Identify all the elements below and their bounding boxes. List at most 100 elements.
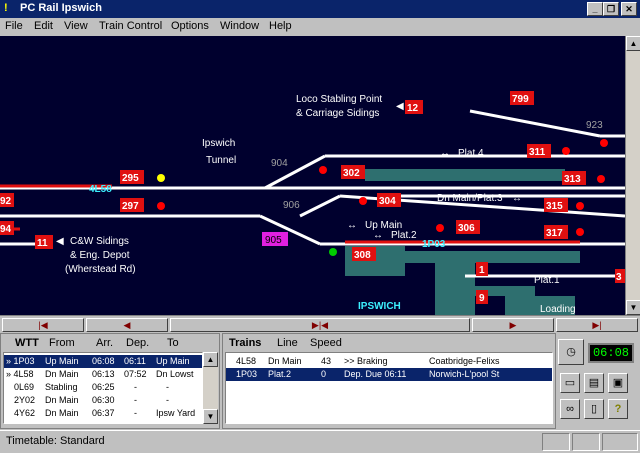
trains-panel: Trains Line Speed 4L58 Dn Main 43 >> Bra…	[222, 333, 556, 429]
title-bar: ! PC Rail Ipswich _ ❐ ✕	[0, 0, 640, 18]
label-plat2: Plat.2	[391, 230, 417, 241]
wtt-cell-to: Ipsw Yard	[156, 408, 196, 418]
scroll-first-button[interactable]: |◀	[2, 318, 84, 332]
help-icon[interactable]: ?	[608, 399, 628, 419]
wtt-cell-to: -	[166, 395, 169, 405]
berth-1P03[interactable]: 1P03	[422, 239, 446, 250]
scroll-up-button[interactable]: ▲	[626, 36, 640, 51]
wtt-scrollbar[interactable]: ▲ ▼	[203, 352, 218, 424]
arrow-lr-icon: ↔	[440, 148, 450, 159]
status-pane	[572, 433, 600, 451]
track-number: 923	[586, 120, 603, 131]
scroll-center-button[interactable]: ▶|◀	[170, 318, 470, 332]
wtt-row[interactable]: 0L69 Stabling 06:25 - -	[4, 381, 202, 394]
menu-train-control[interactable]: Train Control	[99, 20, 162, 32]
scroll-left-button[interactable]: ◀	[86, 318, 168, 332]
wtt-cell-from: Up Main	[45, 356, 79, 366]
arrow-lr-icon: ↔	[373, 230, 383, 241]
wtt-cell-id: 0L69	[14, 382, 35, 392]
menu-help[interactable]: Help	[269, 20, 292, 32]
signal-lamp-red	[319, 166, 327, 174]
book-icon[interactable]: ▯	[584, 399, 604, 419]
signal-label: 9	[479, 293, 485, 304]
trains-title: Trains	[229, 337, 262, 349]
signal-label: 313	[564, 174, 581, 185]
scroll-down-button[interactable]: ▼	[626, 300, 640, 315]
label-tunnel: Tunnel	[206, 155, 236, 166]
wtt-cell-to: -	[166, 382, 169, 392]
scroll-right-button[interactable]: ▶	[472, 318, 554, 332]
save-icon[interactable]: ▣	[608, 373, 628, 393]
signal-lamp-red	[600, 139, 608, 147]
trains-cell-id: 1P03	[236, 369, 258, 379]
window-title: PC Rail Ipswich	[20, 2, 102, 14]
wtt-header-arr: Arr.	[96, 337, 114, 349]
trains-row[interactable]: 4L58 Dn Main 43 >> Braking Coatbridge-Fe…	[226, 355, 552, 368]
menu-file[interactable]: File	[5, 20, 23, 32]
wtt-cell-from: Dn Main	[45, 369, 79, 379]
wtt-cell-from: Dn Main	[45, 395, 79, 405]
clock-icon[interactable]: ◷	[558, 339, 584, 365]
trains-cell-speed: 0	[321, 369, 327, 379]
trains-header-line: Line	[277, 337, 298, 349]
wtt-scroll-down[interactable]: ▼	[203, 409, 218, 424]
status-pane	[602, 433, 638, 451]
wtt-row[interactable]: » 1P03 Up Main 06:08 06:11 Up Main	[4, 355, 202, 368]
signal-lamp-red	[359, 197, 367, 205]
signal-label: 799	[512, 94, 529, 105]
label-station: IPSWICH	[358, 301, 401, 312]
wtt-panel: WTT From Arr. Dep. To » 1P03 Up Main 06:…	[0, 333, 220, 429]
trains-cell-line: Dn Main	[268, 356, 302, 366]
maximize-button[interactable]: ❐	[603, 2, 619, 16]
label-cw-sidings: C&W Sidings	[70, 236, 129, 247]
menu-edit[interactable]: Edit	[34, 20, 53, 32]
close-button[interactable]: ✕	[621, 2, 637, 16]
signal-label: 92	[0, 196, 12, 207]
menu-options[interactable]: Options	[171, 20, 209, 32]
wtt-cell-to: Dn Lowst	[156, 369, 194, 379]
wtt-scroll-up[interactable]: ▲	[203, 352, 218, 367]
label-loading: Loading	[540, 304, 576, 315]
wtt-cell-dep: -	[134, 395, 137, 405]
wtt-cell-arr: 06:25	[92, 382, 115, 392]
wtt-cell-from: Stabling	[45, 382, 78, 392]
toolbox: ◷ 06:08 ▭ ▤ ▣ ∞ ▯ ?	[558, 333, 640, 429]
label-plat1: Plat.1	[534, 275, 560, 286]
wtt-cell-arr: 06:37	[92, 408, 115, 418]
signal-label: 3	[616, 272, 622, 283]
wtt-row[interactable]: » 4L58 Dn Main 06:13 07:52 Dn Lowst	[4, 368, 202, 381]
signal-label: 315	[546, 201, 563, 212]
signal-lamp-red	[576, 228, 584, 236]
signal-lamp-red	[436, 224, 444, 232]
wtt-cell-arr: 06:08	[92, 356, 115, 366]
status-pane	[542, 433, 570, 451]
menu-view[interactable]: View	[64, 20, 88, 32]
signal-label: 297	[122, 201, 139, 212]
horizontal-scrollbar[interactable]: |◀ ◀ ▶|◀ ▶ ▶|	[0, 315, 640, 333]
signal-label: 306	[458, 223, 475, 234]
track-number: 904	[271, 158, 288, 169]
scroll-last-button[interactable]: ▶|	[556, 318, 638, 332]
menu-window[interactable]: Window	[220, 20, 259, 32]
trains-row[interactable]: 1P03 Plat.2 0 Dep. Due 06:11 Norwich-L'p…	[226, 368, 552, 381]
minimize-button[interactable]: _	[587, 2, 603, 16]
wtt-list: » 1P03 Up Main 06:08 06:11 Up Main » 4L5…	[3, 352, 203, 424]
wtt-cell-arr: 06:13	[92, 369, 115, 379]
platform-main-block	[435, 261, 475, 315]
open-icon[interactable]: ▤	[584, 373, 604, 393]
binoculars-icon[interactable]: ∞	[560, 399, 580, 419]
label-carriage-sidings: & Carriage Sidings	[296, 108, 379, 119]
trains-cell-status: Dep. Due 06:11	[344, 369, 407, 379]
signal-label: 12	[407, 103, 419, 114]
signal-label: 317	[546, 228, 563, 239]
wtt-row[interactable]: 2Y02 Dn Main 06:30 - -	[4, 394, 202, 407]
berth-4L58[interactable]: 4L58	[89, 184, 112, 195]
status-bar: Timetable: Standard	[0, 430, 640, 453]
wtt-row[interactable]: 4Y62 Dn Main 06:37 - Ipsw Yard	[4, 407, 202, 420]
vertical-scrollbar[interactable]: ▲ ▼	[625, 36, 640, 315]
berth-905-label: 905	[265, 235, 282, 246]
label-loco-stabling: Loco Stabling Point	[296, 94, 382, 105]
signal-label: 94	[0, 224, 12, 235]
signal-lamp-red	[157, 202, 165, 210]
new-icon[interactable]: ▭	[560, 373, 580, 393]
